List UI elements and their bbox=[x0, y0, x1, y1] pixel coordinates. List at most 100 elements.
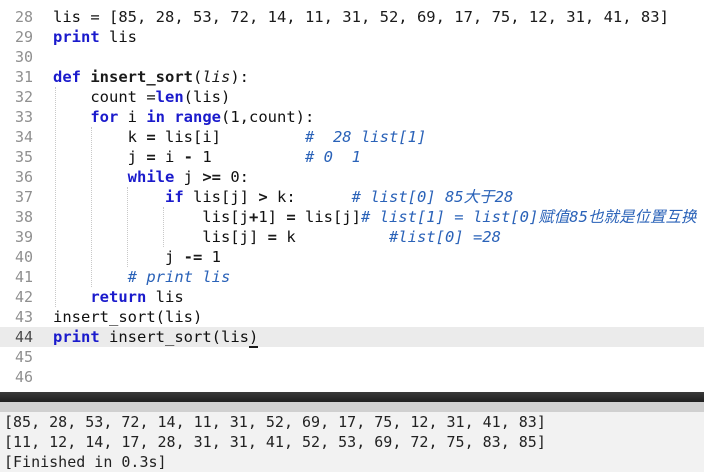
line-number: 38 bbox=[14, 208, 33, 226]
code-token: 1 bbox=[193, 148, 305, 166]
code-token: lis[j] bbox=[53, 228, 268, 246]
code-token: lis[j] bbox=[183, 188, 259, 206]
code-token: count = bbox=[53, 88, 156, 106]
code-text[interactable]: count =len(lis) bbox=[53, 87, 230, 107]
code-text[interactable]: if lis[j] > k: # list[0] 85大于28 bbox=[53, 187, 513, 207]
code-keyword: in bbox=[146, 108, 165, 126]
code-token: = bbox=[286, 208, 296, 226]
code-token: = bbox=[146, 148, 156, 166]
code-keyword: for bbox=[90, 108, 119, 126]
line-number: 37 bbox=[14, 188, 33, 206]
code-token: lis bbox=[146, 288, 184, 306]
code-line[interactable]: 35 j = i - 1 # 0 1 bbox=[0, 147, 704, 167]
code-token: j bbox=[53, 248, 184, 266]
code-line[interactable]: 45 bbox=[0, 347, 704, 367]
panel-splitter[interactable] bbox=[0, 392, 704, 402]
line-number: 44 bbox=[14, 328, 33, 346]
code-text[interactable]: j = i - 1 # 0 1 bbox=[53, 147, 361, 167]
code-line[interactable]: 37 if lis[j] > k: # list[0] 85大于28 bbox=[0, 187, 704, 207]
code-token: > bbox=[258, 188, 268, 206]
code-token: - bbox=[183, 148, 194, 166]
code-text[interactable]: print lis bbox=[53, 27, 137, 47]
code-text[interactable]: lis[j] = k #list[0] =28 bbox=[53, 227, 501, 247]
code-token: insert_sort(lis) bbox=[53, 308, 203, 326]
line-number: 40 bbox=[14, 248, 33, 266]
indent-guide bbox=[91, 127, 92, 287]
line-number: 42 bbox=[14, 288, 33, 306]
code-token: lis = [ bbox=[53, 8, 119, 26]
indent-guide bbox=[127, 187, 128, 267]
line-number: 32 bbox=[14, 88, 33, 106]
code-text[interactable]: return lis bbox=[53, 287, 184, 307]
code-text[interactable]: insert_sort(lis) bbox=[53, 307, 202, 327]
code-text[interactable]: lis = [85, 28, 53, 72, 14, 11, 31, 52, 6… bbox=[53, 7, 669, 27]
line-number: 35 bbox=[14, 148, 33, 166]
code-token: ( bbox=[193, 68, 203, 86]
line-number: 45 bbox=[14, 348, 33, 366]
indent-guide bbox=[55, 87, 56, 307]
code-text[interactable]: while j >= 0: bbox=[53, 167, 249, 187]
code-line[interactable]: 28 lis = [85, 28, 53, 72, 14, 11, 31, 52,… bbox=[0, 7, 704, 27]
code-editor[interactable]: 28 lis = [85, 28, 53, 72, 14, 11, 31, 52,… bbox=[0, 0, 704, 392]
code-token: 0: bbox=[221, 168, 249, 186]
code-token: >= bbox=[202, 168, 221, 186]
code-line[interactable]: 34 k = lis[i] # 28 list[1] bbox=[0, 127, 704, 147]
code-line[interactable]: 33 for i in range(1,count): bbox=[0, 107, 704, 127]
code-token: insert_sort bbox=[90, 68, 193, 86]
code-line[interactable]: 38 lis[j+1] = lis[j]# list[1] = list[0]赋… bbox=[0, 207, 704, 227]
code-token: j bbox=[53, 148, 147, 166]
line-number: 28 bbox=[14, 8, 33, 26]
code-text[interactable]: j -= 1 bbox=[53, 247, 221, 267]
code-line[interactable]: 36 while j >= 0: bbox=[0, 167, 704, 187]
code-token: ): bbox=[230, 68, 250, 86]
code-text[interactable]: print insert_sort(lis) bbox=[53, 327, 259, 348]
code-line[interactable]: 31 def insert_sort(lis): bbox=[0, 67, 704, 87]
indent-guide bbox=[163, 207, 164, 247]
line-number: 34 bbox=[14, 128, 33, 146]
code-token: i bbox=[155, 148, 184, 166]
code-line[interactable]: 40 j -= 1 bbox=[0, 247, 704, 267]
code-token: insert_sort(lis bbox=[99, 328, 249, 346]
code-text[interactable]: def insert_sort(lis): bbox=[53, 67, 249, 87]
code-line[interactable]: 29 print lis bbox=[0, 27, 704, 47]
code-text[interactable]: for i in range(1,count): bbox=[53, 107, 314, 127]
line-number: 33 bbox=[14, 108, 33, 126]
code-text[interactable]: k = lis[i] # 28 list[1] bbox=[53, 127, 427, 147]
output-line: [11, 12, 14, 17, 28, 31, 31, 41, 52, 53,… bbox=[4, 433, 546, 451]
current-code-line[interactable]: 44 print insert_sort(lis) bbox=[0, 327, 704, 348]
code-comment: #list[0] =28 bbox=[388, 228, 501, 246]
code-token: lis bbox=[202, 68, 231, 86]
code-comment: # list[0] 85大于28 bbox=[351, 188, 514, 206]
code-text[interactable]: lis[j+1] = lis[j]# list[1] = list[0]赋值85… bbox=[53, 207, 696, 227]
line-number: 46 bbox=[14, 368, 33, 386]
code-line[interactable]: 41 # print lis bbox=[0, 267, 704, 287]
code-token: (lis) bbox=[183, 88, 231, 106]
code-line[interactable]: 30 bbox=[0, 47, 704, 67]
code-token: 1] bbox=[258, 208, 287, 226]
code-token: lis[j] bbox=[295, 208, 361, 226]
code-token: (1,count): bbox=[221, 108, 315, 126]
line-number: 39 bbox=[14, 228, 33, 246]
code-token: + bbox=[248, 208, 259, 226]
line-number: 36 bbox=[14, 168, 33, 186]
code-token: k bbox=[53, 128, 147, 146]
code-token: 85, 28, 53, 72, 14, 11, 31, 52, 69, 17, … bbox=[118, 8, 660, 26]
code-text[interactable]: # print lis bbox=[53, 267, 231, 287]
code-line[interactable]: 39 lis[j] = k #list[0] =28 bbox=[0, 227, 704, 247]
code-line[interactable]: 42 return lis bbox=[0, 287, 704, 307]
line-number: 29 bbox=[14, 28, 33, 46]
code-token: k bbox=[276, 228, 389, 246]
code-token: lis bbox=[99, 28, 137, 46]
line-number: 30 bbox=[14, 48, 33, 66]
code-line[interactable]: 32 count =len(lis) bbox=[0, 87, 704, 107]
code-comment: # 0 1 bbox=[305, 148, 361, 166]
code-token: = bbox=[267, 228, 277, 246]
code-token: lis[i] bbox=[155, 128, 305, 146]
code-line[interactable]: 43 insert_sort(lis) bbox=[0, 307, 704, 327]
code-comment: # 28 list[1] bbox=[304, 128, 427, 146]
code-keyword: print bbox=[53, 28, 100, 46]
output-status: [Finished in 0.3s] bbox=[4, 453, 167, 471]
code-line[interactable]: 46 bbox=[0, 367, 704, 387]
